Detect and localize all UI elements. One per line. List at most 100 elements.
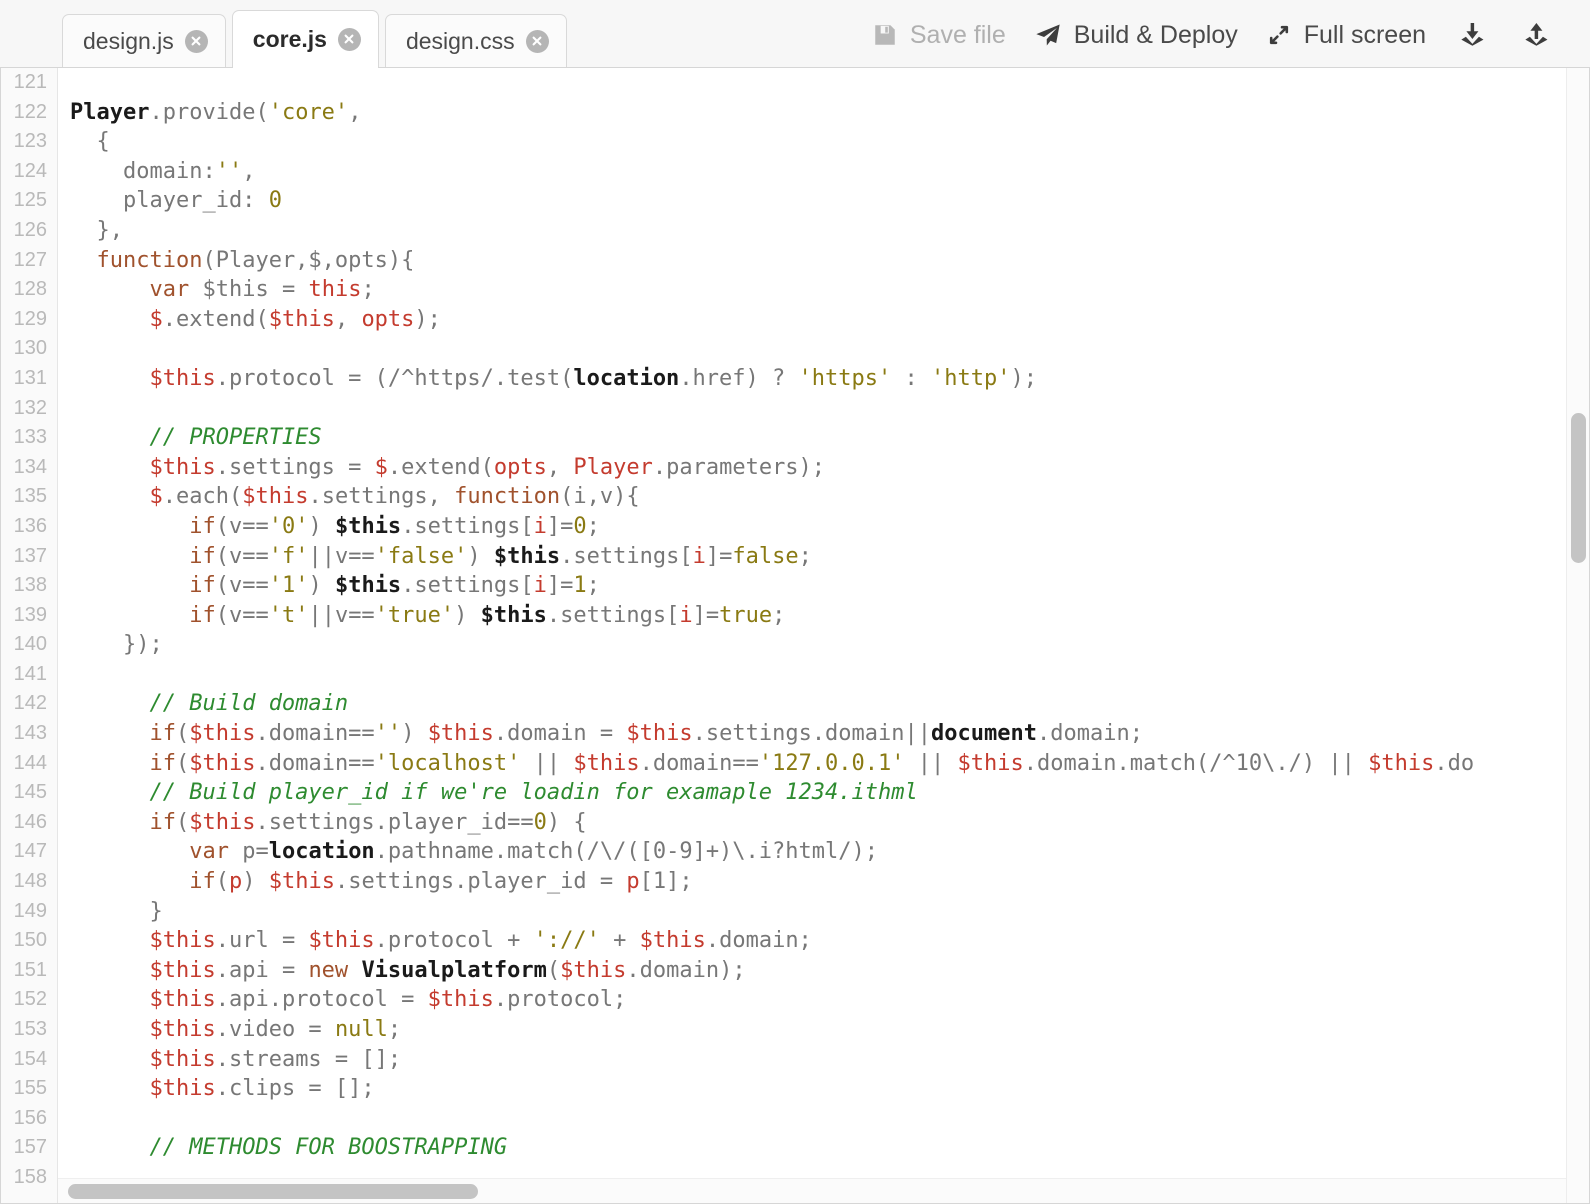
close-icon[interactable]: [184, 29, 208, 53]
code-token-str: 'false': [374, 543, 468, 569]
close-icon[interactable]: [525, 29, 549, 53]
code-editor-window: design.js core.js design.css Save file B…: [0, 0, 1590, 1204]
line-number: 127: [13, 248, 47, 271]
horizontal-scrollbar-thumb[interactable]: [68, 1184, 478, 1199]
line-number: 150: [13, 929, 47, 952]
code-token-def: ;: [586, 513, 600, 539]
code-token-def: .settings.player_id =: [334, 869, 627, 895]
code-token-num: false: [732, 543, 799, 569]
code-token-def: .do: [1434, 750, 1475, 776]
horizontal-scrollbar[interactable]: [58, 1178, 1566, 1204]
code-line: if(v=='t'||v=='true') $this.settings[i]=…: [70, 601, 1474, 631]
code-token-var: $this: [149, 987, 216, 1013]
code-token-kw: function: [96, 247, 203, 273]
code-token-def: [70, 366, 149, 391]
code-token-var: $this: [268, 869, 335, 895]
code-token-def: .settings[: [546, 602, 680, 628]
code-token-def: ;: [798, 543, 812, 569]
code-token-str: 'http': [931, 365, 1011, 391]
vertical-scrollbar[interactable]: [1566, 68, 1590, 1204]
code-token-def: .domain;: [1037, 721, 1143, 747]
code-token-kw: function: [454, 484, 561, 510]
code-token-def: .settings[: [401, 573, 534, 599]
code-token-def: .href) ?: [679, 365, 799, 391]
code-token-def: ;: [586, 573, 600, 599]
floppy-disk-icon: [872, 22, 898, 48]
editor-surface: 121 122 123 124 125 126 127 128 129 130 131 132 133 1…: [0, 68, 1590, 1204]
code-viewport[interactable]: Player.provide('core', { domain:'', play…: [58, 68, 1528, 1204]
code-token-var: $this: [1368, 750, 1435, 776]
code-token-def: ): [308, 573, 335, 599]
code-token-var: opts: [493, 454, 547, 480]
code-token-def: [70, 928, 149, 953]
download-icon: [1456, 19, 1488, 51]
code-token-str: '127.0.0.1': [758, 750, 905, 776]
code-token-def: [70, 425, 149, 450]
code-token-def: ]=: [546, 513, 574, 539]
code-token-def: ||v==: [308, 602, 375, 628]
line-number: 141: [13, 662, 47, 685]
code-token-def: .clips = [];: [215, 1076, 375, 1102]
code-token-def: [348, 958, 361, 983]
code-token-def: [70, 484, 149, 509]
code-token-def: ,: [348, 99, 362, 125]
full-screen-button[interactable]: Full screen: [1252, 19, 1440, 52]
code-token-def: .domain==: [255, 721, 375, 747]
code-token-var: i: [679, 602, 693, 628]
file-tab-core-js[interactable]: core.js: [231, 10, 379, 68]
code-token-def: .video =: [215, 1017, 335, 1042]
line-number: 149: [13, 899, 47, 922]
code-token-str: '': [215, 158, 243, 184]
code-token-def: ||v==: [308, 543, 375, 569]
code-token-def: ]=: [546, 573, 574, 599]
save-file-button[interactable]: Save file: [858, 19, 1020, 52]
code-token-var: $this: [639, 928, 706, 954]
code-token-def: ,: [242, 158, 256, 184]
code-token-def: (v==: [215, 573, 269, 599]
line-number: 146: [13, 810, 47, 833]
download-button[interactable]: [1440, 17, 1504, 53]
code-content[interactable]: Player.provide('core', { domain:'', play…: [58, 68, 1474, 1193]
code-line: domain:'',: [70, 157, 1474, 187]
code-token-def: .pathname.match(/\/([0-9]+)\.i?html/);: [374, 839, 879, 865]
code-line: function(Player,$,opts){: [70, 246, 1474, 276]
code-token-glob: location: [573, 365, 680, 391]
code-token-def: .streams = [];: [215, 1046, 402, 1072]
code-line: if(v=='1') $this.settings[i]=1;: [70, 571, 1474, 601]
file-tab-design-js[interactable]: design.js: [62, 14, 226, 67]
code-token-var: $this: [149, 1076, 216, 1102]
upload-icon: [1520, 19, 1552, 51]
code-token-def: ): [401, 721, 428, 747]
code-token-glob: $this: [493, 543, 561, 569]
upload-button[interactable]: [1504, 17, 1568, 53]
code-token-var: p: [228, 869, 243, 895]
code-line: if(v=='f'||v=='false') $this.settings[i]…: [70, 542, 1474, 572]
line-number: 128: [13, 278, 47, 301]
code-token-kw: if: [149, 750, 176, 776]
code-line: },: [70, 216, 1474, 246]
code-token-var: $this: [189, 721, 256, 747]
close-icon[interactable]: [337, 27, 361, 51]
code-token-def: (v==: [215, 513, 269, 539]
code-token-kw: if: [189, 513, 216, 539]
line-number: 139: [13, 603, 47, 626]
file-tab-design-css[interactable]: design.css: [384, 14, 567, 67]
code-token-def: .settings,: [308, 484, 455, 510]
code-token-var: opts: [361, 306, 415, 332]
code-token-def: .api =: [215, 957, 309, 983]
code-token-def: [70, 721, 149, 746]
code-token-def: .settings[: [401, 513, 534, 539]
build-deploy-button[interactable]: Build & Deploy: [1020, 19, 1252, 52]
code-token-def: (: [175, 721, 190, 747]
line-number: 122: [13, 100, 47, 123]
line-number: 136: [13, 514, 47, 537]
vertical-scrollbar-thumb[interactable]: [1571, 413, 1586, 563]
code-token-def: .domain);: [626, 957, 746, 983]
code-token-num: null: [334, 1017, 388, 1042]
code-token-glob: location: [268, 839, 375, 865]
line-number: 157: [13, 1136, 47, 1159]
code-token-com: // Build domain: [149, 691, 349, 717]
code-token-def: [70, 751, 149, 776]
code-token-str: '1': [268, 573, 309, 599]
